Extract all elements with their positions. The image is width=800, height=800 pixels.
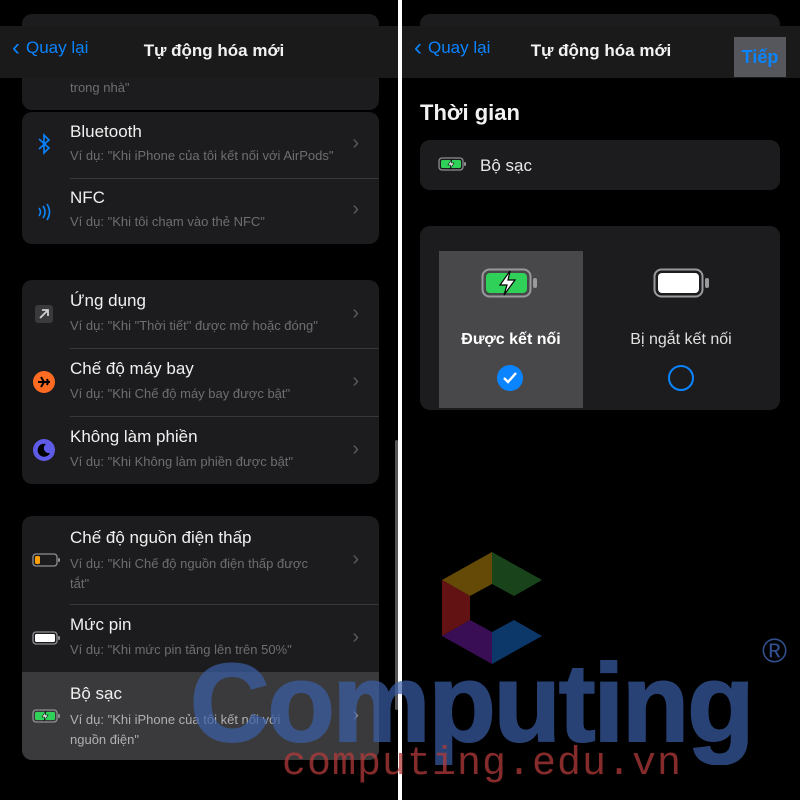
battery-icon — [653, 267, 711, 304]
item-title: Mức pin — [70, 615, 132, 634]
item-title: Ứng dụng — [70, 291, 146, 310]
charging-battery-icon — [481, 267, 539, 304]
trigger-group-apps: Ứng dụng Ví dụ: "Khi "Thời tiết" được mở… — [22, 280, 379, 484]
chevron-left-icon: ‹ — [12, 34, 20, 61]
trigger-group-connectivity: Bluetooth Ví dụ: "Khi iPhone của tôi kết… — [22, 112, 379, 244]
app-arrow-icon — [32, 302, 56, 326]
chevron-right-icon: › — [352, 438, 359, 460]
trigger-summary: Bộ sạc — [420, 140, 780, 190]
trigger-label: Bộ sạc — [480, 156, 532, 175]
option-disconnected[interactable]: Bị ngắt kết nối — [601, 251, 761, 408]
next-button[interactable]: Tiếp — [734, 37, 786, 77]
item-title: Bluetooth — [70, 122, 142, 141]
charger-state-picker: Được kết nối Bị ngắt kết nối — [420, 226, 780, 410]
list-item-app[interactable]: Ứng dụng Ví dụ: "Khi "Thời tiết" được mở… — [22, 280, 379, 348]
item-title: NFC — [70, 188, 105, 207]
bluetooth-icon — [32, 132, 56, 156]
list-item-nfc[interactable]: NFC Ví dụ: "Khi tôi chạm vào thẻ NFC" › — [22, 178, 379, 244]
list-item-airplane-mode[interactable]: Chế độ máy bay Ví dụ: "Khi Chế độ máy ba… — [22, 348, 379, 416]
watermark-registered: ® — [762, 632, 788, 670]
option-connected[interactable]: Được kết nối — [439, 251, 583, 408]
nav-bar: ‹ Quay lại Tự động hóa mới Tiếp — [402, 26, 800, 78]
airplane-icon — [32, 370, 56, 394]
chevron-right-icon: › — [352, 370, 359, 392]
list-item-low-power-mode[interactable]: Chế độ nguồn điện thấp Ví dụ: "Khi Chế đ… — [22, 516, 379, 604]
option-label: Bị ngắt kết nối — [630, 331, 732, 348]
list-item-bluetooth[interactable]: Bluetooth Ví dụ: "Khi iPhone của tôi kết… — [22, 112, 379, 178]
nav-bar: ‹ Quay lại Tự động hóa mới — [0, 26, 398, 78]
option-label: Được kết nối — [461, 331, 561, 348]
chevron-right-icon: › — [352, 548, 359, 570]
item-title: Không làm phiền — [70, 427, 198, 446]
item-title: Chế độ máy bay — [70, 359, 194, 378]
item-subtitle: Ví dụ: "Khi "Thời tiết" được mở hoặc đón… — [70, 318, 318, 333]
page-title: Tự động hóa mới — [143, 41, 285, 60]
charging-battery-icon — [32, 704, 62, 728]
item-subtitle: Ví dụ: "Khi iPhone của tôi kết nối với A… — [70, 148, 334, 163]
watermark-url: computing.edu.vn — [282, 742, 683, 787]
radio-empty-icon — [668, 365, 694, 391]
checkmark-icon — [497, 365, 523, 391]
chevron-right-icon: › — [352, 198, 359, 220]
moon-icon — [32, 438, 56, 462]
charging-battery-icon — [438, 156, 468, 177]
partial-subtitle: trong nhà" — [70, 80, 130, 95]
chevron-right-icon: › — [352, 132, 359, 154]
nfc-icon — [32, 200, 56, 224]
low-battery-icon — [32, 548, 62, 572]
section-title: Thời gian — [420, 100, 520, 125]
item-subtitle: Ví dụ: "Khi Chế độ nguồn điện thấp được … — [70, 556, 308, 591]
item-subtitle: Ví dụ: "Khi Chế độ máy bay được bật" — [70, 386, 291, 401]
list-item-do-not-disturb[interactable]: Không làm phiền Ví dụ: "Khi Không làm ph… — [22, 416, 379, 484]
item-title: Chế độ nguồn điện thấp — [70, 528, 252, 547]
item-subtitle: Ví dụ: "Khi Không làm phiền được bật" — [70, 454, 294, 469]
battery-icon — [32, 626, 62, 650]
item-title: Bộ sạc — [70, 684, 122, 703]
chevron-right-icon: › — [352, 302, 359, 324]
item-subtitle: Ví dụ: "Khi tôi chạm vào thẻ NFC" — [70, 214, 265, 229]
